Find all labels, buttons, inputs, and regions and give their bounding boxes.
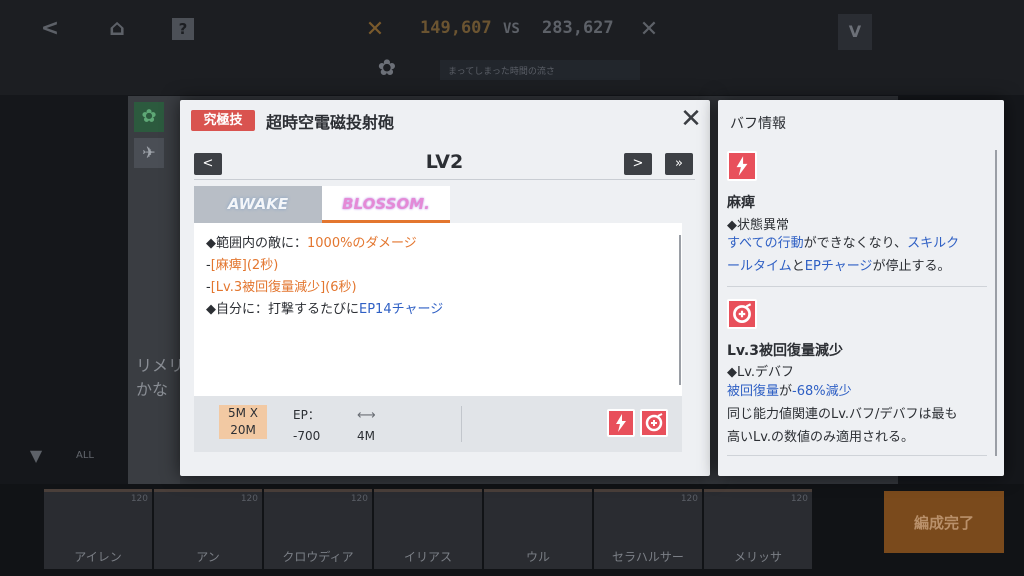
skill-description: ◆範囲内の敵に：1000%のダメージ -[麻痺](2秒) -[Lv.3被回復量減… (206, 233, 666, 321)
buff-separator (727, 286, 987, 287)
buff-type: ◆状態異常 (727, 218, 789, 233)
description-scrollbar[interactable] (679, 235, 681, 385)
buff-name: Lv.3被回復量減少 (727, 343, 843, 359)
buff-scrollbar[interactable] (995, 150, 997, 456)
side-text-1: リメリ (136, 356, 185, 375)
max-level-button[interactable]: » (665, 153, 693, 175)
back-icon[interactable]: < (38, 16, 62, 41)
help-icon[interactable]: ? (172, 18, 194, 40)
info-banner: まってしまった時間の流さ (440, 60, 640, 80)
heal-reduction-icon[interactable] (640, 409, 668, 437)
close-button[interactable]: ✕ (678, 106, 704, 132)
skill-name: 超時空電磁投射砲 (266, 113, 395, 132)
desc-line: -[麻痺](2秒) (206, 258, 279, 273)
sword-icon-right: ✕ (639, 17, 659, 42)
char-card[interactable]: 120 クロウディア (264, 489, 372, 569)
next-level-button[interactable]: > (624, 153, 652, 175)
desc-line: ◆自分に：打撃するたびにEP14チャージ (206, 302, 444, 317)
buff-name: 麻痺 (727, 195, 755, 211)
skill-dialog: 究極技 超時空電磁投射砲 ✕ LV2 < > » AWAKE BLOSSOM. … (180, 100, 710, 476)
distance-icon: ⟷ (357, 408, 376, 423)
distance-stat: ⟷ 4M (357, 405, 376, 447)
char-card[interactable]: 120 メリッサ (704, 489, 812, 569)
paralysis-icon[interactable] (607, 409, 635, 437)
score-left: 149,607 (420, 18, 492, 38)
vs-label: VS (503, 21, 520, 37)
gear-badge-icon: ✿ (134, 102, 164, 132)
filter-icon[interactable]: ▼ (26, 446, 46, 465)
buff-panel-title: バフ情報 (730, 116, 786, 132)
level-label: LV2 (425, 151, 464, 173)
char-card[interactable]: 120 セラハルサー (594, 489, 702, 569)
prev-level-button[interactable]: < (194, 153, 222, 175)
range-stat: 5M X 20M (219, 405, 267, 439)
vs-emblem-icon: V (838, 14, 872, 50)
buff-separator (727, 455, 987, 456)
char-card[interactable]: 120 アイレン (44, 489, 152, 569)
desc-line: -[Lv.3被回復量減少](6秒) (206, 280, 357, 295)
buff-description: すべての行動ができなくなり、スキルク ールタイムとEPチャージが停止する。 (727, 236, 960, 274)
skill-stats: 5M X 20M EP： -700 ⟷ 4M (194, 396, 682, 452)
tab-awake[interactable]: AWAKE (194, 186, 322, 223)
stats-divider (461, 406, 462, 442)
sword-icon-left: ✕ (365, 17, 385, 42)
confirm-formation-button[interactable]: 編成完了 (884, 491, 1004, 553)
star-icon: ✿ (377, 56, 397, 81)
buff-info-panel: バフ情報 麻痺 ◆状態異常 すべての行動ができなくなり、スキルク ールタイムとEP… (718, 100, 1004, 476)
heal-reduction-icon (727, 299, 757, 329)
score-right: 283,627 (542, 18, 614, 38)
buff-description: 被回復量が-68%減少 同じ能力値関連のLv.バフ/デバフは最も 高いLv.の数値の… (727, 384, 958, 445)
dialog-header: 究極技 超時空電磁投射砲 ✕ (180, 100, 710, 140)
ultimate-tag: 究極技 (191, 110, 255, 131)
filter-label[interactable]: ALL (76, 450, 94, 461)
tab-blossom[interactable]: BLOSSOM. (322, 186, 450, 223)
buff-type: ◆Lv.デバフ (727, 365, 795, 380)
plane-icon: ✈ (134, 138, 164, 168)
desc-line: ◆範囲内の敵に：1000%のダメージ (206, 236, 417, 251)
ep-stat: EP： -700 (293, 408, 321, 443)
side-text-2: かな (136, 380, 169, 399)
paralysis-icon (727, 151, 757, 181)
level-row: LV2 < > » (194, 150, 695, 180)
char-card[interactable]: ウル (484, 489, 592, 569)
char-card[interactable]: 120 アン (154, 489, 262, 569)
char-card[interactable]: イリアス (374, 489, 482, 569)
home-icon[interactable]: ⌂ (104, 16, 130, 41)
